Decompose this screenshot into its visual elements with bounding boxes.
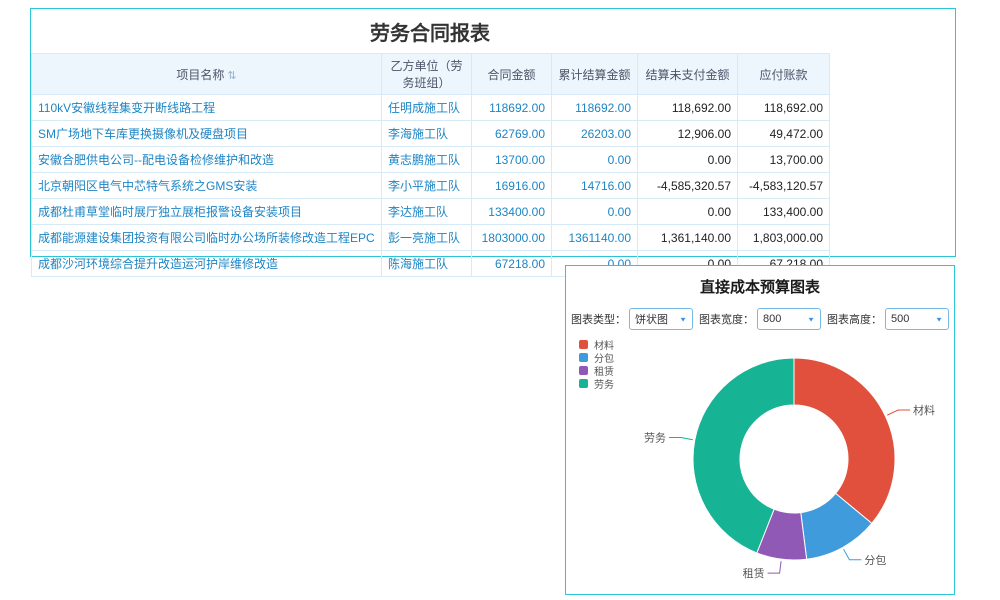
cell-contract: 118692.00 <box>472 95 552 121</box>
project-name-link[interactable]: 北京朝阳区电气中芯特气系统之GMS安装 <box>32 173 382 199</box>
table-row: 北京朝阳区电气中芯特气系统之GMS安装李小平施工队16916.0014716.0… <box>32 173 830 199</box>
cell-payable: 49,472.00 <box>738 121 830 147</box>
cell-unit: 李小平施工队 <box>382 173 472 199</box>
cell-payable: 13,700.00 <box>738 147 830 173</box>
label-line <box>844 549 862 560</box>
cell-settled: 0.00 <box>552 147 638 173</box>
table-row: SM广场地下车库更换摄像机及硬盘项目李海施工队62769.0026203.001… <box>32 121 830 147</box>
cell-unit: 彭一亮施工队 <box>382 225 472 251</box>
chevron-down-icon: ▼ <box>679 315 687 322</box>
project-name-link[interactable]: 110kV安徽线程集变开断线路工程 <box>32 95 382 121</box>
cell-unit: 陈海施工队 <box>382 251 472 277</box>
table-row: 成都杜甫草堂临时展厅独立展柜报警设备安装项目李达施工队133400.000.00… <box>32 199 830 225</box>
project-name-link[interactable]: 成都能源建设集团投资有限公司临时办公场所装修改造工程EPC <box>32 225 382 251</box>
project-name-link[interactable]: 成都沙河环境综合提升改造运河护岸维修改造 <box>32 251 382 277</box>
report-title: 劳务合同报表 <box>31 9 829 53</box>
cell-unpaid: 0.00 <box>638 199 738 225</box>
cell-contract: 67218.00 <box>472 251 552 277</box>
cell-payable: 133,400.00 <box>738 199 830 225</box>
label-line <box>887 410 910 415</box>
slice-label-材料: 材料 <box>913 403 935 417</box>
labor-contract-report-panel: 劳务合同报表 项目名称⇅乙方单位（劳务班组）合同金额累计结算金额结算未支付金额应… <box>30 8 956 257</box>
slice-label-劳务: 劳务 <box>644 431 666 444</box>
table-row: 安徽合肥供电公司--配电设备检修维护和改造黄志鹏施工队13700.000.000… <box>32 147 830 173</box>
cell-unpaid: 1,361,140.00 <box>638 225 738 251</box>
cell-unit: 黄志鹏施工队 <box>382 147 472 173</box>
cell-unit: 任明成施工队 <box>382 95 472 121</box>
cell-unpaid: -4,585,320.57 <box>638 173 738 199</box>
cell-settled: 118692.00 <box>552 95 638 121</box>
contracts-table: 项目名称⇅乙方单位（劳务班组）合同金额累计结算金额结算未支付金额应付账款 110… <box>31 53 830 277</box>
table-body: 110kV安徽线程集变开断线路工程任明成施工队118692.00118692.0… <box>32 95 830 277</box>
project-name-link[interactable]: SM广场地下车库更换摄像机及硬盘项目 <box>32 121 382 147</box>
cell-unpaid: 12,906.00 <box>638 121 738 147</box>
cell-payable: -4,583,120.57 <box>738 173 830 199</box>
chevron-down-icon: ▼ <box>935 315 943 322</box>
column-header-contract: 合同金额 <box>472 54 552 95</box>
cell-contract: 133400.00 <box>472 199 552 225</box>
header-row: 项目名称⇅乙方单位（劳务班组）合同金额累计结算金额结算未支付金额应付账款 <box>32 54 830 95</box>
cost-budget-chart-panel: 直接成本预算图表 图表类型：饼状图▼图表宽度：800▼图表高度：500▼ 材料分… <box>565 265 955 595</box>
donut-chart: 材料分包租赁 劳务 <box>566 324 954 592</box>
cell-contract: 16916.00 <box>472 173 552 199</box>
cell-settled: 1361140.00 <box>552 225 638 251</box>
column-header-name[interactable]: 项目名称⇅ <box>32 54 382 95</box>
cell-unit: 李海施工队 <box>382 121 472 147</box>
label-line <box>768 561 782 573</box>
column-header-settled: 累计结算金额 <box>552 54 638 95</box>
column-header-payable: 应付账款 <box>738 54 830 95</box>
cell-unpaid: 0.00 <box>638 147 738 173</box>
chart-title: 直接成本预算图表 <box>566 266 954 297</box>
table-row: 110kV安徽线程集变开断线路工程任明成施工队118692.00118692.0… <box>32 95 830 121</box>
column-header-unpaid: 结算未支付金额 <box>638 54 738 95</box>
table-header: 项目名称⇅乙方单位（劳务班组）合同金额累计结算金额结算未支付金额应付账款 <box>32 54 830 95</box>
project-name-link[interactable]: 成都杜甫草堂临时展厅独立展柜报警设备安装项目 <box>32 199 382 225</box>
cell-contract: 1803000.00 <box>472 225 552 251</box>
cell-settled: 26203.00 <box>552 121 638 147</box>
project-name-link[interactable]: 安徽合肥供电公司--配电设备检修维护和改造 <box>32 147 382 173</box>
chevron-down-icon: ▼ <box>807 315 815 322</box>
cell-unit: 李达施工队 <box>382 199 472 225</box>
cell-unpaid: 118,692.00 <box>638 95 738 121</box>
slice-label-分包: 分包 <box>864 554 886 567</box>
cell-contract: 62769.00 <box>472 121 552 147</box>
column-header-unit: 乙方单位（劳务班组） <box>382 54 472 95</box>
sort-icon[interactable]: ⇅ <box>227 70 236 82</box>
cell-payable: 118,692.00 <box>738 95 830 121</box>
label-line <box>669 437 693 439</box>
slice-label-租赁: 租赁 <box>743 566 765 580</box>
table-row: 成都能源建设集团投资有限公司临时办公场所装修改造工程EPC彭一亮施工队18030… <box>32 225 830 251</box>
cell-settled: 14716.00 <box>552 173 638 199</box>
cell-payable: 1,803,000.00 <box>738 225 830 251</box>
cell-settled: 0.00 <box>552 199 638 225</box>
pie-slice-材料[interactable] <box>794 358 895 523</box>
cell-contract: 13700.00 <box>472 147 552 173</box>
